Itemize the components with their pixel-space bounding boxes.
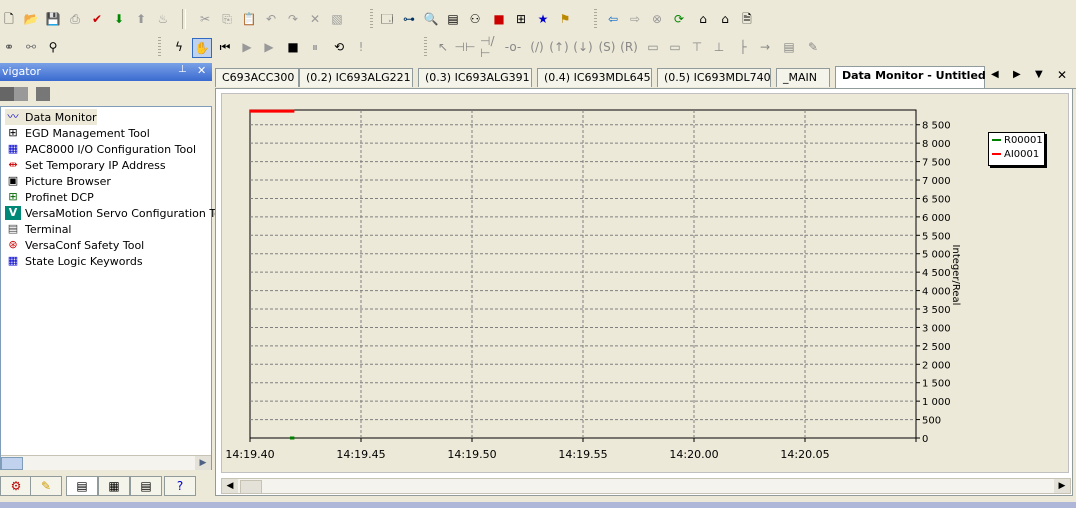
y-tick-label: 500 (922, 416, 941, 427)
y-tick-label: 0 (922, 434, 928, 445)
legend-item-ai0001: AI0001 (989, 147, 1044, 161)
y-tick-label: 8 000 (922, 139, 951, 150)
status-bar (0, 502, 1076, 508)
y-tick-label: 1 500 (922, 379, 951, 390)
scroll-thumb[interactable] (240, 480, 262, 494)
legend-swatch-r00001 (992, 139, 1001, 141)
y-tick-label: 2 000 (922, 360, 951, 371)
y-tick-label: 5 500 (922, 231, 951, 242)
y-tick-label: 6 500 (922, 194, 951, 205)
y-tick-label: 8 500 (922, 121, 951, 132)
x-tick-label: 14:19.40 (225, 448, 274, 461)
y-tick-label: 7 500 (922, 158, 951, 169)
plot-area (249, 109, 917, 439)
y-axis-label: Integer/Real (950, 245, 961, 306)
y-tick-label: 3 000 (922, 323, 951, 334)
scroll-right-arrow[interactable]: ▶ (1054, 479, 1070, 493)
chart-legend: R00001 AI0001 (988, 132, 1045, 166)
x-tick-label: 14:20.05 (780, 448, 829, 461)
legend-swatch-ai0001 (992, 153, 1001, 155)
x-tick-label: 14:20.00 (669, 448, 718, 461)
y-tick-label: 2 500 (922, 342, 951, 353)
y-tick-label: 5 000 (922, 250, 951, 261)
y-tick-label: 1 000 (922, 397, 951, 408)
x-tick-label: 14:19.50 (447, 448, 496, 461)
legend-label-ai0001: AI0001 (1004, 148, 1040, 160)
x-tick-label: 14:19.45 (336, 448, 385, 461)
x-tick-label: 14:19.55 (558, 448, 607, 461)
y-tick-label: 4 500 (922, 268, 951, 279)
y-tick-label: 4 000 (922, 287, 951, 298)
y-tick-label: 3 500 (922, 305, 951, 316)
legend-label-r00001: R00001 (1004, 134, 1043, 146)
chart-horizontal-scrollbar[interactable]: ◀ ▶ (221, 478, 1071, 494)
legend-item-r00001: R00001 (989, 133, 1044, 147)
scroll-left-arrow[interactable]: ◀ (222, 479, 238, 493)
y-tick-label: 7 000 (922, 176, 951, 187)
y-tick-label: 6 000 (922, 213, 951, 224)
data-monitor-chart: 0 500 1 000 1 500 2 000 2 500 3 000 3 500 4 000 4… (225, 109, 961, 461)
